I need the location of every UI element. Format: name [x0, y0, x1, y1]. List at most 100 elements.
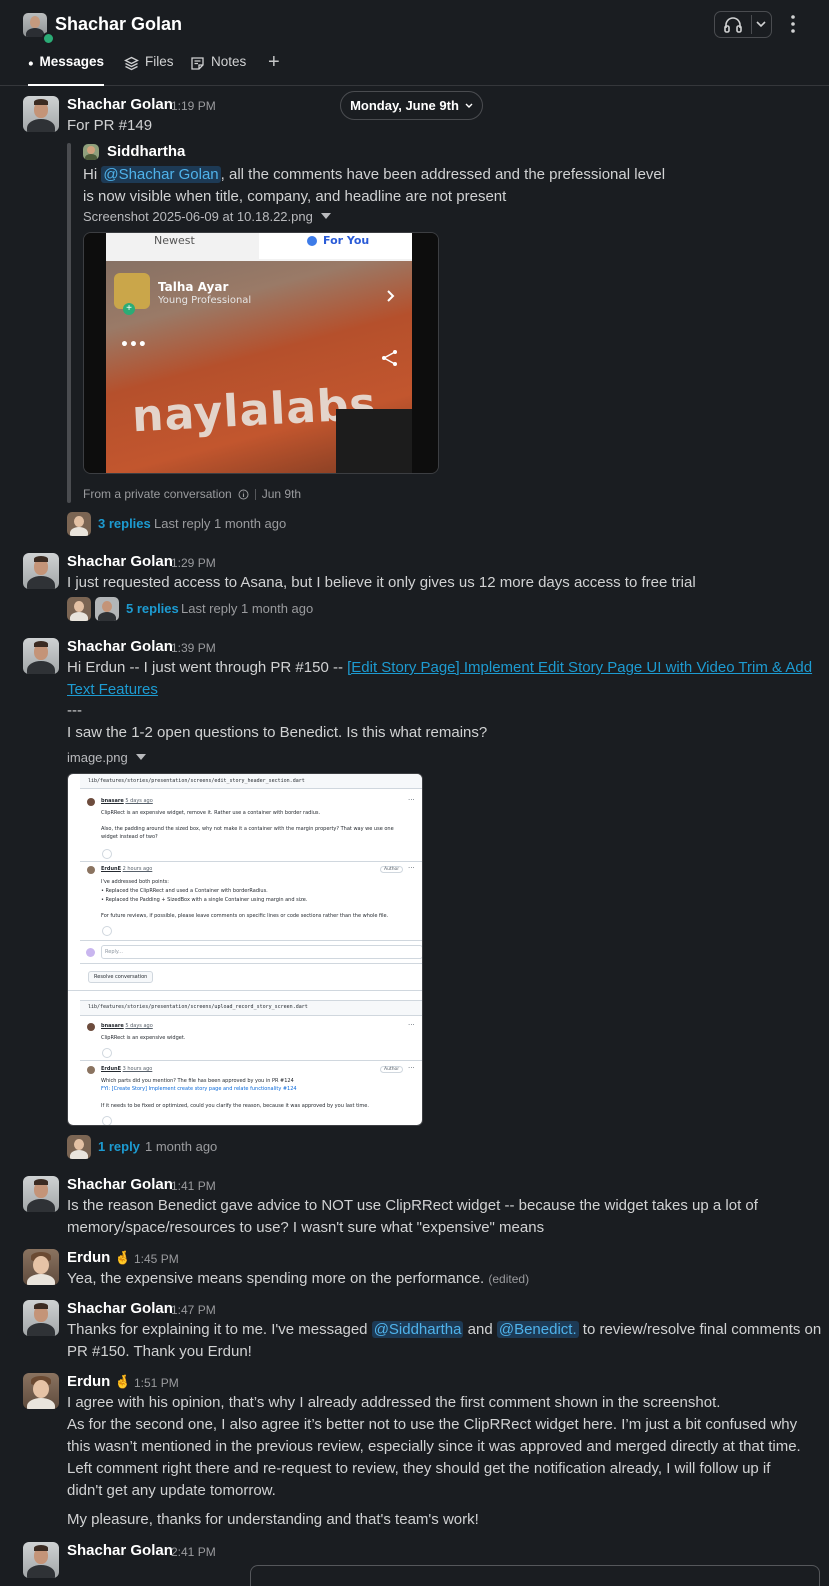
message-composer[interactable]	[250, 1565, 820, 1586]
date-divider[interactable]: Monday, June 9th	[340, 91, 483, 120]
avatar[interactable]	[23, 553, 59, 589]
shared-from[interactable]: From a private conversation	[83, 487, 232, 501]
message-author[interactable]: Shachar Golan	[67, 1300, 173, 1317]
message-author[interactable]: Shachar Golan	[67, 96, 173, 113]
message-author[interactable]: Shachar Golan	[67, 638, 173, 655]
shared-image[interactable]: lib/features/stories/presentation/screen…	[67, 773, 423, 1126]
plus-icon: +	[123, 303, 135, 315]
avatar[interactable]	[67, 597, 91, 621]
shared-message-bar	[67, 143, 71, 503]
shared-image[interactable]: Newest For You + Talha Ayar Young Profes…	[83, 232, 439, 474]
comment-text: If it needs to be fixed or optimized, co…	[101, 1103, 369, 1109]
kebab-menu-icon[interactable]	[786, 13, 800, 35]
message-author[interactable]: Shachar Golan	[67, 553, 173, 570]
comment-user: ErdunE	[101, 866, 121, 872]
message-text-line6: My pleasure, thanks for understanding an…	[67, 1511, 479, 1528]
thread-replies-link[interactable]: 1 reply	[98, 1139, 140, 1154]
comment-text: Which parts did you mention? The file ha…	[101, 1078, 294, 1084]
file-name-text: Screenshot 2025-06-09 at 10.18.22.png	[83, 209, 313, 224]
avatar[interactable]	[23, 1249, 59, 1285]
chevron-right-icon	[387, 290, 395, 302]
avatar[interactable]	[23, 1373, 59, 1409]
avatar	[87, 798, 95, 806]
file-name[interactable]: Screenshot 2025-06-09 at 10.18.22.png	[83, 209, 331, 224]
info-icon[interactable]	[238, 489, 249, 500]
message-icon	[28, 61, 33, 66]
avatar[interactable]	[23, 638, 59, 674]
text-fragment: and	[463, 1321, 497, 1338]
chevron-down-icon	[465, 103, 473, 108]
headphones-icon[interactable]	[723, 16, 743, 34]
message-text-line2: PR #150. Thank you Erdun!	[67, 1343, 252, 1360]
comment-text: widget instead of two?	[101, 834, 158, 840]
thread-replies-link[interactable]: 3 replies	[98, 516, 151, 531]
shared-date[interactable]: Jun 9th	[262, 487, 301, 501]
message-time[interactable]: 1:41 PM	[171, 1179, 216, 1193]
shared-text-line2: is now visible when title, company, and …	[83, 188, 507, 205]
huddle-button[interactable]	[714, 11, 772, 38]
message-text-line1: Is the reason Benedict gave advice to NO…	[67, 1197, 758, 1214]
chevron-down-icon[interactable]	[756, 20, 766, 28]
caret-down-icon[interactable]	[135, 754, 146, 761]
avatar[interactable]	[67, 1135, 91, 1159]
message-time[interactable]: 1:47 PM	[171, 1303, 216, 1317]
for-you-icon	[307, 236, 317, 246]
date-label: Monday, June 9th	[350, 98, 459, 113]
message-time[interactable]: 1:39 PM	[171, 641, 216, 655]
channel-header: Shachar Golan Messages Files Notes +	[0, 0, 829, 86]
dark-panel	[336, 409, 412, 473]
author-badge: Author	[380, 1066, 404, 1073]
tab-files[interactable]: Files	[124, 54, 174, 85]
avatar[interactable]	[23, 1176, 59, 1212]
person-name: Talha Ayar	[158, 280, 229, 294]
avatar[interactable]	[23, 1542, 59, 1578]
file-name-text: image.png	[67, 750, 128, 765]
comment-text: For future reviews, if possible, please …	[101, 913, 389, 919]
message-author[interactable]: Erdun 🤞	[67, 1249, 131, 1266]
message-time[interactable]: 1:51 PM	[134, 1376, 179, 1390]
message-text-line2: memory/space/resources to use? I wasn't …	[67, 1219, 545, 1236]
thread-replies-link[interactable]: 5 replies	[126, 601, 179, 616]
file-name[interactable]: image.png	[67, 750, 146, 765]
comment-time: 5 days ago	[125, 798, 153, 804]
avatar	[87, 1066, 95, 1074]
message-time[interactable]: 1:19 PM	[171, 99, 216, 113]
mention[interactable]: @Siddhartha	[371, 1321, 464, 1338]
more-icon: ···	[408, 1064, 415, 1072]
pr-link[interactable]: [Edit Story Page] Implement Edit Story P…	[347, 659, 812, 676]
message-time[interactable]: 2:41 PM	[171, 1545, 216, 1559]
plus-icon[interactable]: +	[268, 52, 280, 72]
comment-text: Also, the padding around the sized box, …	[101, 826, 394, 832]
text-fragment: Yea, the expensive means spending more o…	[67, 1270, 485, 1287]
message-author[interactable]: Shachar Golan	[67, 1176, 173, 1193]
more-icon: •••	[120, 337, 147, 353]
message-time[interactable]: 1:29 PM	[171, 556, 216, 570]
avatar[interactable]	[23, 1300, 59, 1336]
message-text: Yea, the expensive means spending more o…	[67, 1268, 529, 1290]
author-name: Erdun	[67, 1373, 111, 1390]
avatar[interactable]	[95, 597, 119, 621]
text-fragment: to review/resolve final comments on	[578, 1321, 822, 1338]
shared-author[interactable]: Siddhartha	[107, 143, 185, 160]
emoji-icon	[102, 1116, 112, 1125]
tab-messages[interactable]: Messages	[28, 54, 104, 86]
avatar	[87, 1023, 95, 1031]
message-time[interactable]: 1:45 PM	[134, 1252, 179, 1266]
tab-notes[interactable]: Notes	[190, 54, 246, 85]
avatar[interactable]	[23, 96, 59, 132]
dm-title[interactable]: Shachar Golan	[55, 14, 182, 35]
divider	[254, 488, 256, 500]
message-text: I just requested access to Asana, but I …	[67, 574, 696, 591]
text-fragment: Hi	[83, 166, 102, 183]
message-author[interactable]: Shachar Golan	[67, 1542, 173, 1559]
more-icon: ···	[408, 864, 415, 872]
pr-link[interactable]: Text Features	[67, 681, 158, 698]
message-text-line2: As for the second one, I also agree it’s…	[67, 1416, 798, 1433]
message-text-line3: this wasn’t mentioned in the previous re…	[67, 1438, 801, 1455]
mention[interactable]: @Benedict.	[496, 1321, 579, 1338]
reply-field: Reply...	[105, 949, 123, 955]
avatar[interactable]	[67, 512, 91, 536]
message-author[interactable]: Erdun 🤞	[67, 1373, 131, 1390]
mention[interactable]: @Shachar Golan	[101, 166, 221, 183]
caret-down-icon[interactable]	[320, 213, 331, 220]
